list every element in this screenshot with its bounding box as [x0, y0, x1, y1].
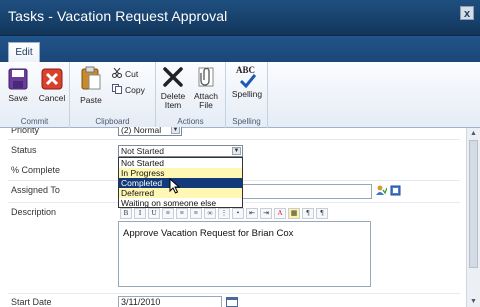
cancel-label: Cancel — [38, 93, 66, 103]
text-color-icon[interactable]: A — [274, 207, 286, 219]
scroll-down-icon[interactable]: ▼ — [469, 297, 478, 306]
divider — [8, 139, 460, 140]
underline-icon[interactable]: U — [148, 207, 160, 219]
cancel-icon — [38, 68, 66, 92]
ribbon-group-clipboard: Paste Cut Copy Clipboard — [70, 62, 156, 128]
save-icon — [6, 68, 30, 92]
cut-button[interactable]: Cut — [112, 67, 139, 80]
align-center-icon[interactable]: ≡ — [176, 207, 188, 219]
title-bar: Tasks - Vacation Request Approval x — [0, 0, 480, 36]
start-date-label: Start Date — [11, 297, 52, 307]
save-button[interactable]: Save — [6, 68, 30, 103]
bold-icon[interactable]: B — [120, 207, 132, 219]
right-to-left-icon[interactable]: ¶ — [316, 207, 328, 219]
background-color-icon[interactable]: ▦ — [288, 207, 300, 219]
divider — [8, 293, 460, 294]
ribbon-group-commit: Save Cancel Commit — [0, 62, 70, 128]
group-label-spelling: Spelling — [232, 117, 261, 126]
left-to-right-icon[interactable]: ¶ — [302, 207, 314, 219]
calendar-icon[interactable] — [226, 297, 238, 307]
rich-text-toolbar: B I U ≡ ≡ ≡ ∞ ⋮ • ⇤ ⇥ A ▦ ¶ ¶ — [118, 206, 371, 220]
attach-file-button[interactable]: Attach File — [190, 66, 222, 110]
align-right-icon[interactable]: ≡ — [190, 207, 202, 219]
chevron-down-icon: ▼ — [171, 127, 180, 134]
delete-label-line2: Item — [164, 100, 182, 110]
tab-edit[interactable]: Edit — [8, 42, 40, 62]
window-title: Tasks - Vacation Request Approval — [8, 8, 228, 24]
status-option-selected[interactable]: Completed — [119, 178, 242, 188]
ribbon-group-spelling: ABC Spelling Spelling — [226, 62, 268, 128]
scissors-icon — [112, 67, 122, 80]
ribbon: Save Cancel Commit Paste Cut Copy Clipbo… — [0, 62, 480, 128]
spelling-label: Spelling — [231, 89, 263, 99]
copy-icon — [112, 84, 122, 96]
assigned-to-label: Assigned To — [11, 185, 60, 195]
spell-check-icon: ABC — [234, 66, 260, 88]
status-option[interactable]: Deferred — [119, 188, 242, 198]
address-book-icon[interactable] — [390, 185, 401, 198]
description-label: Description — [11, 207, 57, 217]
status-select[interactable]: Not Started ▼ — [118, 145, 243, 157]
paste-button[interactable]: Paste — [76, 66, 106, 105]
status-dropdown-list: Not Started In Progress Completed Deferr… — [118, 157, 243, 208]
mouse-pointer-icon — [169, 177, 181, 196]
status-value: Not Started — [121, 146, 164, 156]
status-option[interactable]: Not Started — [119, 158, 242, 168]
group-label-clipboard: Clipboard — [95, 117, 130, 126]
start-date-input[interactable]: 3/11/2010 — [118, 296, 222, 307]
ribbon-tab-strip — [0, 36, 480, 62]
cut-label: Cut — [125, 69, 139, 79]
cancel-button[interactable]: Cancel — [38, 68, 66, 103]
copy-button[interactable]: Copy — [112, 84, 145, 96]
description-textarea[interactable]: Approve Vacation Request for Brian Cox — [118, 221, 371, 287]
italic-icon[interactable]: I — [134, 207, 146, 219]
status-label: Status — [11, 145, 37, 155]
delete-x-icon — [158, 66, 188, 90]
status-option[interactable]: In Progress — [119, 168, 242, 178]
copy-label: Copy — [125, 85, 145, 95]
save-label: Save — [8, 93, 28, 103]
vertical-scrollbar[interactable]: ▲ ▼ — [466, 128, 480, 307]
description-value: Approve Vacation Request for Brian Cox — [123, 228, 294, 239]
numbered-list-icon[interactable]: ⋮ — [218, 207, 230, 219]
spelling-button[interactable]: ABC Spelling — [230, 66, 264, 99]
assigned-to-input[interactable] — [240, 184, 372, 199]
bulleted-list-icon[interactable]: • — [232, 207, 244, 219]
chevron-down-icon: ▼ — [232, 147, 241, 155]
decrease-indent-icon[interactable]: ⇤ — [246, 207, 258, 219]
delete-item-button[interactable]: Delete Item — [158, 66, 188, 110]
check-names-icon[interactable] — [376, 185, 388, 198]
scroll-up-icon[interactable]: ▲ — [469, 129, 478, 138]
paste-label: Paste — [80, 95, 102, 105]
paperclip-icon — [190, 66, 222, 90]
group-label-actions: Actions — [177, 117, 204, 126]
increase-indent-icon[interactable]: ⇥ — [260, 207, 272, 219]
hyperlink-icon[interactable]: ∞ — [204, 207, 216, 219]
dialog-window: Tasks - Vacation Request Approval x Edit… — [0, 0, 480, 307]
group-label-commit: Commit — [20, 117, 49, 126]
paste-icon — [76, 66, 106, 94]
ribbon-group-actions: Delete Item Attach File Actions — [156, 62, 226, 128]
status-option[interactable]: Waiting on someone else — [119, 198, 242, 208]
align-left-icon[interactable]: ≡ — [162, 207, 174, 219]
percent-complete-label: % Complete — [11, 165, 61, 175]
attach-label-line2: File — [199, 100, 213, 110]
scroll-thumb[interactable] — [469, 140, 478, 268]
close-button[interactable]: x — [460, 6, 474, 20]
